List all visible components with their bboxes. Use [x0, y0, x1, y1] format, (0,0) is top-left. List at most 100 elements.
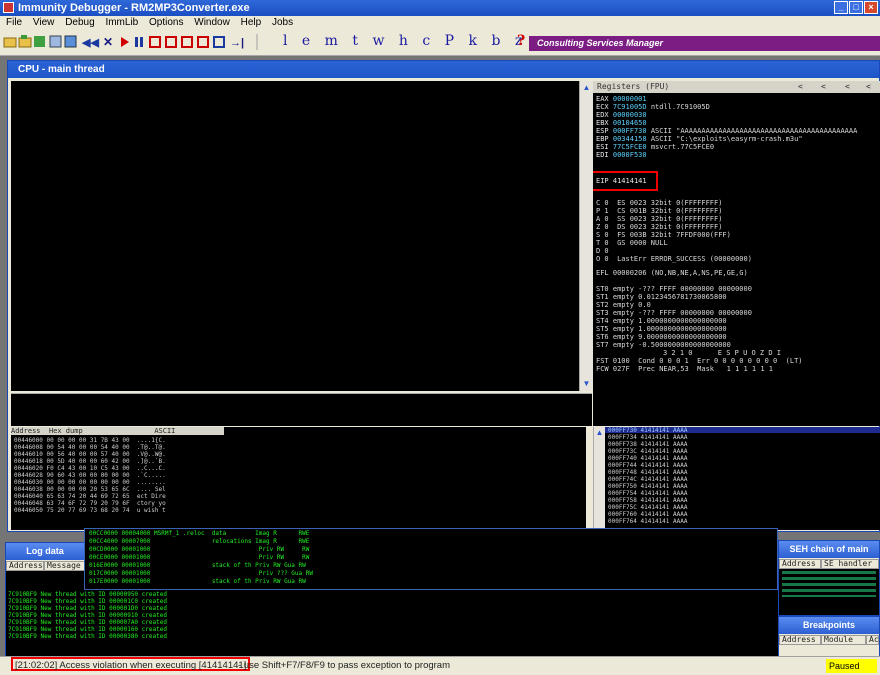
stack-row[interactable]: 000FF750 41414141 AAAA: [608, 483, 687, 490]
restart-icon[interactable]: ◀◀: [81, 37, 99, 49]
fst-line[interactable]: FST 0100 Cond 0 0 0 1 Err 0 0 0 0 0 0 0 …: [596, 357, 803, 365]
dump-row[interactable]: 00446008 00 54 40 00 00 54 40 00 .T@..T@…: [14, 444, 166, 451]
fpu-st4[interactable]: ST4 empty 1.0000000000000000000: [596, 317, 727, 325]
bp-col-active[interactable]: Ac: [866, 635, 879, 645]
bp-col-address[interactable]: Address: [779, 635, 821, 645]
scroll-down-icon[interactable]: ▼: [581, 378, 592, 389]
dump-row[interactable]: 00446040 65 63 74 20 44 69 72 65 ect Dir…: [14, 493, 166, 500]
info-pane[interactable]: [11, 393, 592, 426]
flag-line-s[interactable]: S 0 FS 003B 32bit 7FFDF000(FFF): [596, 231, 731, 239]
stack-row[interactable]: 000FF764 41414141 AAAA: [608, 518, 687, 525]
dump-row[interactable]: 00446018 00 5D 40 00 00 60 42 00 .]@..`B…: [14, 458, 166, 465]
memory-row[interactable]: 00CD0000 00001000 Priv RW RW: [89, 547, 309, 553]
registers-pane[interactable]: Registers (FPU) < < < < EAX 00000001 ECX…: [593, 81, 880, 426]
scroll-up-icon[interactable]: ▲: [581, 82, 592, 93]
stack-pane[interactable]: ▲ 000FF730 41414141 AAAA 000FF734 414141…: [593, 427, 880, 530]
stack-row[interactable]: 000FF730 41414141 AAAA: [608, 427, 687, 434]
step-into-icon[interactable]: [149, 36, 161, 48]
fpu-st1[interactable]: ST1 empty 0.0123456781730065800: [596, 293, 727, 301]
efl-line[interactable]: EFL 00000206 (NO,NB,NE,A,NS,PE,GE,G): [596, 269, 748, 277]
dump-row[interactable]: 00446030 00 00 00 00 00 00 00 00 .......…: [14, 479, 166, 486]
stack-row[interactable]: 000FF754 41414141 AAAA: [608, 490, 687, 497]
memory-row[interactable]: 00CC4000 00007000 relocations Imag R RWE: [89, 539, 309, 545]
dump-row[interactable]: 00446010 00 56 40 00 00 57 40 00 .V@..W@…: [14, 451, 166, 458]
flag-line-c[interactable]: C 0 ES 0023 32bit 0(FFFFFFFF): [596, 199, 722, 207]
help-icon[interactable]: ?: [517, 33, 525, 49]
stack-row[interactable]: 000FF744 41414141 AAAA: [608, 462, 687, 469]
fpu-st5[interactable]: ST5 empty 1.0000000000000000000: [596, 325, 727, 333]
reg-prev4-icon[interactable]: <: [866, 81, 871, 93]
menu-options[interactable]: Options: [149, 17, 183, 28]
disassembly-scrollbar[interactable]: ▲ ▼: [579, 81, 593, 391]
flag-line-t[interactable]: T 0 GS 0000 NULL: [596, 239, 668, 247]
menu-file[interactable]: File: [6, 17, 22, 28]
memory-row[interactable]: 017C0000 00001000 Priv ??? Gua RW: [89, 571, 313, 577]
reg-esp[interactable]: ESP 000FF730 ASCII "AAAAAAAAAAAAAAAAAAAA…: [596, 127, 857, 135]
reg-esi[interactable]: ESI 77C5FCE0 msvcrt.77C5FCE0: [596, 143, 714, 151]
fpu-st7[interactable]: ST7 empty -0.5000000000000000000: [596, 341, 731, 349]
attach-icon[interactable]: [34, 36, 45, 47]
dump-row[interactable]: 00446048 63 74 6F 72 79 20 79 6F ctory y…: [14, 500, 166, 507]
dump-col-ascii[interactable]: ASCII: [154, 427, 175, 435]
close-process-icon[interactable]: ✕: [103, 35, 113, 49]
log-col-message[interactable]: Message: [44, 561, 85, 571]
run-icon[interactable]: [121, 37, 129, 47]
log-rows-pane[interactable]: 7C910BF9 New thread with ID 00000950 cre…: [8, 590, 778, 658]
dump-col-address[interactable]: Address: [11, 427, 41, 435]
stack-scrollbar[interactable]: ▲: [593, 427, 605, 530]
flag-line-o[interactable]: O 0 LastErr ERROR_SUCCESS (00000000): [596, 255, 752, 263]
dump-row[interactable]: 00446020 F0 C4 43 00 10 C5 43 00 ..C...C…: [14, 465, 166, 472]
menu-window[interactable]: Window: [194, 17, 230, 28]
dump-row[interactable]: 00446028 90 60 43 00 00 00 00 00 .`C....…: [14, 472, 166, 479]
stack-row[interactable]: 000FF748 41414141 AAAA: [608, 469, 687, 476]
log-col-address[interactable]: Address: [6, 561, 44, 571]
fpu-st0[interactable]: ST0 empty -??? FFFF 00000000 00000000: [596, 285, 752, 293]
reg-ebp[interactable]: EBP 00344158 ASCII "C:\exploits\easyrm-c…: [596, 135, 803, 143]
close-button[interactable]: ×: [864, 1, 878, 14]
stack-row[interactable]: 000FF738 41414141 AAAA: [608, 441, 687, 448]
reg-prev2-icon[interactable]: <: [821, 81, 826, 93]
flag-line-p[interactable]: P 1 CS 001B 32bit 0(FFFFFFFF): [596, 207, 722, 215]
open-file-icon[interactable]: [18, 35, 32, 48]
reg-eax[interactable]: EAX 00000001: [596, 95, 651, 103]
stack-row[interactable]: 000FF734 41414141 AAAA: [608, 434, 687, 441]
fcw-line[interactable]: FCW 027F Prec NEAR,53 Mask 1 1 1 1 1 1: [596, 365, 773, 373]
reg-edi[interactable]: EDI 0000F530: [596, 151, 651, 159]
dump-col-hex[interactable]: Hex dump: [49, 427, 83, 435]
menu-debug[interactable]: Debug: [65, 17, 94, 28]
reg-ebx[interactable]: EBX 00104650: [596, 119, 651, 127]
dump-row[interactable]: 00446000 00 00 00 00 31 7B 43 00 ....1{C…: [14, 437, 166, 444]
modules-icon[interactable]: [64, 35, 77, 48]
stack-row[interactable]: 000FF73C 41414141 AAAA: [608, 448, 687, 455]
reg-prev3-icon[interactable]: <: [845, 81, 850, 93]
log-row[interactable]: 7C910BF9 New thread with ID 00000380 cre…: [8, 634, 167, 640]
reg-edx[interactable]: EDX 00000030: [596, 111, 651, 119]
fpu-st2[interactable]: ST2 empty 0.0: [596, 301, 651, 309]
flag-line-d[interactable]: D 0: [596, 247, 609, 255]
fpu-st6[interactable]: ST6 empty 9.0000000000000000000: [596, 333, 727, 341]
stack-row[interactable]: 000FF75C 41414141 AAAA: [608, 504, 687, 511]
registers-header[interactable]: Registers (FPU) < < < <: [593, 81, 880, 93]
dump-row[interactable]: 00446050 75 20 77 69 73 68 20 74 u wish …: [14, 507, 166, 514]
minimize-button[interactable]: _: [834, 1, 848, 14]
memory-row[interactable]: 017E0000 00001000 stack of th Priv RW Gu…: [89, 579, 306, 585]
stack-row[interactable]: 000FF760 41414141 AAAA: [608, 511, 687, 518]
memory-row[interactable]: 00CC0000 00004000 MSRMf_1 .reloc data Im…: [89, 531, 309, 537]
stack-row[interactable]: 000FF740 41414141 AAAA: [608, 455, 687, 462]
reg-prev-icon[interactable]: <: [798, 81, 803, 93]
pause-icon[interactable]: [135, 37, 143, 47]
seh-col-handler[interactable]: SE handler: [821, 559, 879, 569]
bp-col-module[interactable]: Module: [821, 635, 866, 645]
trace-over-icon[interactable]: [197, 36, 209, 48]
stack-row[interactable]: 000FF74C 41414141 AAAA: [608, 476, 687, 483]
consulting-services-banner[interactable]: Consulting Services Manager: [529, 36, 880, 51]
hex-dump-pane[interactable]: Address Hex dump ASCII 00446000 00 00 00…: [11, 427, 586, 530]
go-to-icon[interactable]: →|: [230, 37, 244, 49]
stack-row[interactable]: 000FF758 41414141 AAAA: [608, 497, 687, 504]
menu-immlib[interactable]: ImmLib: [105, 17, 138, 28]
seh-col-address[interactable]: Address: [779, 559, 821, 569]
fpu-st3[interactable]: ST3 empty -??? FFFF 00000000 00000000: [596, 309, 752, 317]
maximize-button[interactable]: □: [849, 1, 863, 14]
menu-help[interactable]: Help: [241, 17, 262, 28]
dump-row[interactable]: 00446038 00 00 00 00 20 53 65 6C .... Se…: [14, 486, 166, 493]
